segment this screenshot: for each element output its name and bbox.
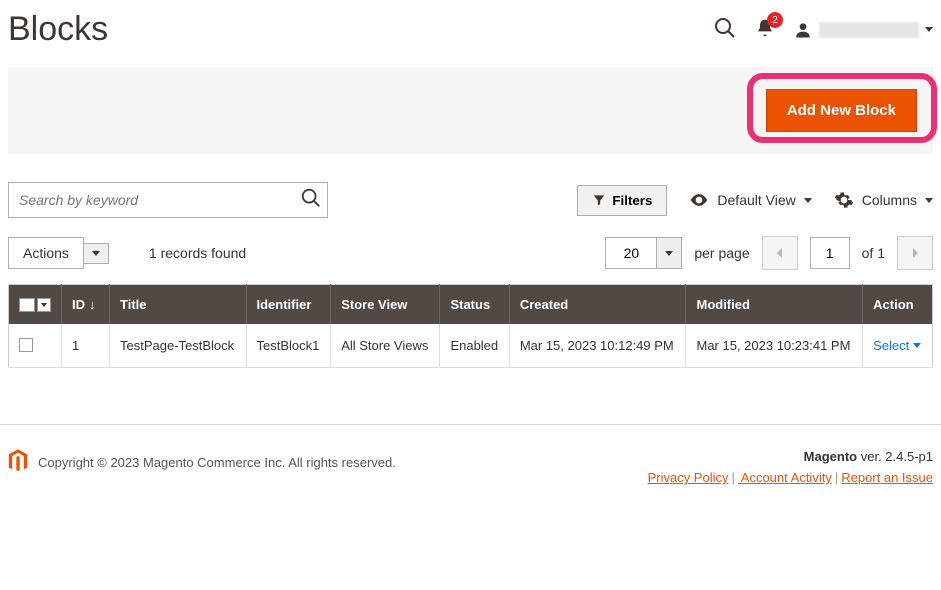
page-size-input[interactable]	[605, 237, 657, 269]
copyright-text: Copyright © 2023 Magento Commerce Inc. A…	[38, 455, 396, 470]
col-action: Action	[863, 285, 933, 325]
col-created[interactable]: Created	[509, 285, 686, 325]
columns-dropdown[interactable]: Columns	[834, 190, 933, 210]
chevron-down-icon	[925, 27, 933, 32]
col-status[interactable]: Status	[440, 285, 509, 325]
actions-dropdown[interactable]: Actions	[8, 237, 109, 269]
user-menu[interactable]	[793, 20, 933, 40]
default-view-label: Default View	[717, 192, 795, 208]
chevron-down-icon	[92, 251, 100, 256]
current-page-input[interactable]	[810, 237, 850, 269]
cell-created: Mar 15, 2023 10:12:49 PM	[509, 324, 686, 368]
cell-modified: Mar 15, 2023 10:23:41 PM	[686, 324, 863, 368]
col-store-view[interactable]: Store View	[331, 285, 440, 325]
page-title: Blocks	[8, 10, 108, 49]
add-new-block-button[interactable]: Add New Block	[766, 89, 917, 132]
privacy-policy-link[interactable]: Privacy Policy	[648, 470, 729, 485]
col-modified[interactable]: Modified	[686, 285, 863, 325]
col-identifier[interactable]: Identifier	[246, 285, 331, 325]
select-all-checkbox[interactable]	[19, 298, 51, 312]
search-button[interactable]	[300, 187, 322, 212]
account-activity-link[interactable]: Account Activity	[738, 470, 832, 485]
cell-title: TestPage-TestBlock	[110, 324, 247, 368]
col-id[interactable]: ID↓	[62, 285, 110, 325]
search-icon[interactable]	[713, 16, 737, 43]
columns-label: Columns	[862, 192, 917, 208]
filters-label: Filters	[612, 193, 652, 208]
per-page-label: per page	[694, 245, 749, 261]
notifications-icon[interactable]: 2	[755, 18, 775, 41]
page-size-select[interactable]	[605, 237, 682, 269]
funnel-icon	[592, 193, 606, 207]
username-redacted	[819, 22, 919, 38]
cell-status: Enabled	[440, 324, 509, 368]
table-row[interactable]: 1 TestPage-TestBlock TestBlock1 All Stor…	[9, 324, 933, 368]
chevron-down-icon	[665, 251, 673, 256]
records-found: 1 records found	[149, 245, 246, 261]
actions-label: Actions	[8, 237, 84, 269]
cell-store-view: All Store Views	[331, 324, 440, 368]
eye-icon	[689, 190, 709, 210]
report-issue-link[interactable]: Report an Issue	[841, 470, 933, 485]
gear-icon	[834, 190, 854, 210]
action-bar: Add New Block	[8, 67, 933, 154]
default-view-dropdown[interactable]: Default View	[689, 190, 811, 210]
chevron-down-icon	[925, 198, 933, 203]
cell-identifier: TestBlock1	[246, 324, 331, 368]
row-select-action[interactable]: Select	[873, 338, 922, 353]
version-text: Magento ver. 2.4.5-p1	[648, 449, 933, 464]
filters-button[interactable]: Filters	[577, 185, 667, 216]
chevron-left-icon	[775, 247, 785, 259]
col-title[interactable]: Title	[110, 285, 247, 325]
blocks-grid: ID↓ Title Identifier Store View Status C…	[8, 284, 933, 368]
chevron-down-icon	[804, 198, 812, 203]
search-input[interactable]	[8, 182, 328, 218]
next-page-button[interactable]	[897, 236, 933, 270]
notification-badge: 2	[767, 12, 783, 28]
chevron-right-icon	[910, 247, 920, 259]
chevron-down-icon	[913, 343, 921, 348]
prev-page-button[interactable]	[762, 236, 798, 270]
sort-arrow-icon: ↓	[89, 297, 96, 312]
cell-id: 1	[62, 324, 110, 368]
row-checkbox[interactable]	[19, 338, 33, 352]
total-pages-label: of 1	[862, 245, 885, 261]
magento-logo-icon	[8, 449, 28, 476]
